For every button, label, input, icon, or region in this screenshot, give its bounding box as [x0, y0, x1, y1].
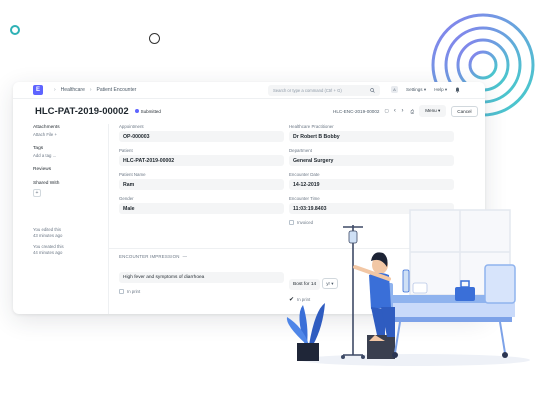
- sidebar-reviews: Reviews: [33, 167, 103, 172]
- in-print-checkbox[interactable]: In print: [119, 289, 284, 294]
- collapse-icon: —: [182, 254, 188, 259]
- title-bar: HLC-PAT-2019-00002 Submitted HLC-ENC-201…: [13, 99, 485, 123]
- decor-circle-icon: [10, 25, 20, 35]
- shared-with-heading: Shared With: [33, 181, 60, 186]
- sidebar-activity: You edited this 43 minutes ago You creat…: [33, 227, 64, 256]
- doc-name-copy-icon[interactable]: ▢: [384, 108, 388, 114]
- chevron-right-icon: ›: [89, 87, 92, 93]
- bell-icon[interactable]: [455, 87, 460, 93]
- patient-name-field: Patient Name Ram: [119, 172, 284, 190]
- iv-stand: [341, 225, 365, 359]
- patient-name-input[interactable]: Ram: [119, 179, 284, 190]
- prev-next-arrows[interactable]: ‹ ›: [394, 108, 406, 114]
- section-title: ENCOUNTER IMPRESSION: [119, 254, 180, 259]
- form-column-left: Appointment OP-000003 Patient HLC-PAT-20…: [119, 124, 284, 220]
- field-label: Healthcare Practitioner: [289, 124, 334, 129]
- add-tag-link[interactable]: Add a tag ...: [33, 153, 103, 158]
- status-badge: Submitted: [134, 108, 161, 114]
- doc-name: HLC-ENC-2019-00002: [333, 108, 380, 114]
- activity-line: 44 minutes ago: [33, 249, 63, 255]
- navbar-right: A Settings ▾ Help ▾: [391, 86, 460, 93]
- status-text: Submitted: [140, 108, 161, 114]
- menu-button[interactable]: Menu ▾: [419, 105, 447, 117]
- hospital-illustration: [286, 209, 530, 366]
- gender-input[interactable]: Male: [119, 203, 284, 214]
- help-dropdown[interactable]: Help ▾: [434, 87, 447, 93]
- sidebar-shared: Shared With +: [33, 181, 103, 197]
- page-title: HLC-PAT-2019-00002: [35, 105, 129, 117]
- stage: E › Healthcare › Patient Encounter Searc…: [0, 0, 550, 407]
- breadcrumb-patient-encounter[interactable]: Patient Encounter: [97, 87, 137, 93]
- attach-file-link[interactable]: Attach File +: [33, 132, 103, 137]
- app-logo[interactable]: E: [33, 85, 43, 95]
- tags-heading: Tags: [33, 146, 44, 151]
- field-label: Appointment: [119, 124, 144, 129]
- help-label: Help: [434, 86, 444, 92]
- attachments-heading: Attachments: [33, 125, 60, 130]
- appointment-input[interactable]: OP-000003: [119, 131, 284, 142]
- print-icon[interactable]: ⎙: [411, 109, 415, 114]
- breadcrumb-healthcare[interactable]: Healthcare: [61, 87, 85, 93]
- activity-line: 43 minutes ago: [33, 233, 63, 239]
- practitioner-input[interactable]: Dr Robert B Bobby: [289, 131, 454, 142]
- patient-figure: [353, 252, 395, 341]
- gender-field: Gender Male: [119, 196, 284, 214]
- impression-input[interactable]: High fever and symptoms of diarrhoea: [119, 272, 284, 283]
- avatar[interactable]: A: [391, 86, 398, 93]
- field-label: Gender: [119, 196, 134, 201]
- status-dot-icon: [134, 109, 139, 113]
- encounter-date-field: Encounter Date 14-12-2019: [289, 172, 454, 190]
- sidebar-attachments: Attachments Attach File +: [33, 125, 103, 137]
- sidebar-tags: Tags Add a tag ...: [33, 146, 103, 158]
- field-label: Patient: [119, 148, 133, 153]
- sidebar: Attachments Attach File + Tags Add a tag…: [33, 125, 103, 206]
- encounter-date-input[interactable]: 14-12-2019: [289, 179, 454, 190]
- chevron-right-icon: ›: [54, 87, 56, 93]
- search-icon: [370, 88, 375, 93]
- add-share-button[interactable]: +: [33, 189, 41, 197]
- field-label: Patient Name: [119, 172, 146, 177]
- appointment-field: Appointment OP-000003: [119, 124, 284, 142]
- attach-file-label: Attach File: [33, 132, 54, 137]
- encounter-section-heading[interactable]: ENCOUNTER IMPRESSION —: [119, 254, 187, 259]
- encounter-impression-row: High fever and symptoms of diarrhoea In …: [119, 272, 284, 294]
- settings-label: Settings: [406, 86, 423, 92]
- department-input[interactable]: General Surgery: [289, 155, 454, 166]
- practitioner-field: Healthcare Practitioner Dr Robert B Bobb…: [289, 124, 454, 142]
- in-print-label: In print: [127, 289, 141, 294]
- plant-icon: [286, 303, 325, 361]
- decor-circle-icon: [149, 33, 160, 44]
- plus-icon: +: [54, 132, 58, 137]
- search-placeholder: Search or type a command (Ctrl + G): [273, 88, 342, 93]
- activity-line: You created this: [33, 243, 64, 249]
- patient-input[interactable]: HLC-PAT-2019-00002: [119, 155, 284, 166]
- cancel-button[interactable]: Cancel: [451, 105, 478, 117]
- menu-label: Menu: [425, 108, 437, 113]
- patient-field: Patient HLC-PAT-2019-00002: [119, 148, 284, 166]
- checkbox-box: [119, 289, 124, 294]
- reviews-heading[interactable]: Reviews: [33, 167, 103, 172]
- title-actions: HLC-ENC-2019-00002 ▢ ‹ › ⎙ Menu ▾ Cancel: [333, 105, 478, 117]
- navbar: E › Healthcare › Patient Encounter Searc…: [13, 82, 485, 99]
- search-input[interactable]: Search or type a command (Ctrl + G): [268, 85, 380, 96]
- settings-dropdown[interactable]: Settings ▾: [406, 87, 426, 93]
- department-field: Department General Surgery: [289, 148, 454, 166]
- field-label: Encounter Date: [289, 172, 320, 177]
- field-label: Department: [289, 148, 312, 153]
